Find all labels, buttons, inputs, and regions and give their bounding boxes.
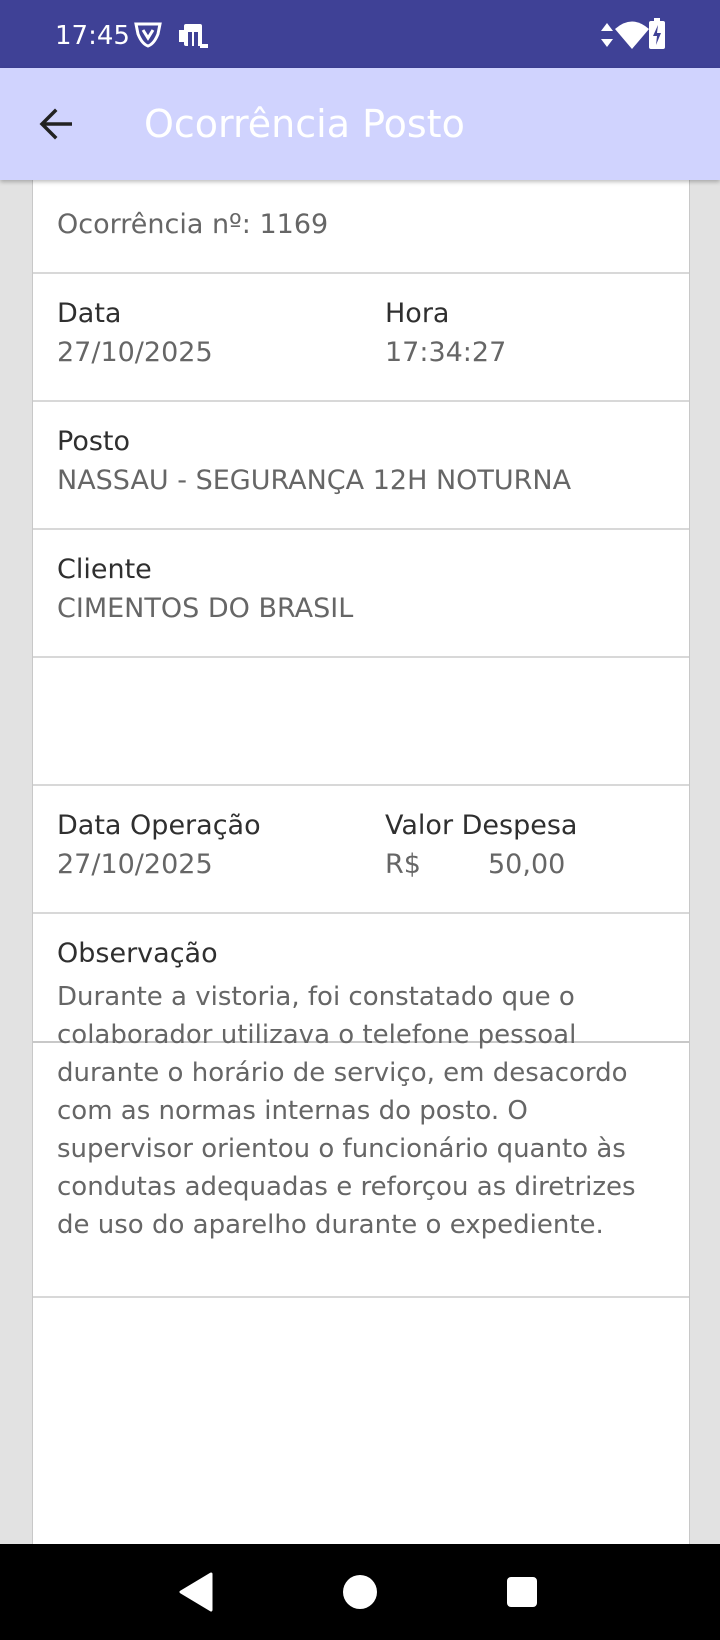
valor-amount: 50,00 xyxy=(488,849,566,880)
hora-value: 17:34:27 xyxy=(385,337,507,368)
hora-label: Hora xyxy=(385,298,450,329)
battery-charging-icon xyxy=(649,18,665,49)
status-time: 17:45 xyxy=(55,21,130,51)
posto-row: Posto NASSAU - SEGURANÇA 12H NOTURNA xyxy=(33,402,689,528)
recents-square-icon[interactable] xyxy=(506,1576,538,1608)
observacao-label: Observação xyxy=(57,938,218,969)
operation-expense-row: Data Operação 27/10/2025 Valor Despesa R… xyxy=(33,786,689,912)
cliente-row: Cliente CIMENTOS DO BRASIL xyxy=(33,530,689,656)
occurrence-number: Ocorrência nº: 1169 xyxy=(57,209,329,240)
divider xyxy=(33,1296,689,1298)
data-operacao-label: Data Operação xyxy=(57,810,261,841)
status-bar: 17:45 xyxy=(0,0,720,68)
cliente-label: Cliente xyxy=(57,554,152,585)
navigation-bar xyxy=(0,1544,720,1640)
back-triangle-icon[interactable] xyxy=(178,1572,214,1612)
occurrence-details-card: Ocorrência nº: 1169 Data 27/10/2025 Hora… xyxy=(32,180,690,1544)
valor-despesa-label: Valor Despesa xyxy=(385,810,578,841)
date-time-row: Data 27/10/2025 Hora 17:34:27 xyxy=(33,274,689,400)
app-bar: Ocorrência Posto xyxy=(0,68,720,180)
sim-card-icon xyxy=(179,24,208,48)
data-label: Data xyxy=(57,298,122,329)
posto-value: NASSAU - SEGURANÇA 12H NOTURNA xyxy=(57,465,572,496)
home-circle-icon[interactable] xyxy=(342,1574,378,1610)
vpn-shield-icon xyxy=(134,22,162,48)
occurrence-number-row: Ocorrência nº: 1169 xyxy=(33,180,689,272)
data-operacao-value: 27/10/2025 xyxy=(57,849,213,880)
cliente-value: CIMENTOS DO BRASIL xyxy=(57,593,354,624)
divider xyxy=(33,912,689,914)
posto-label: Posto xyxy=(57,426,131,457)
empty-row xyxy=(33,658,689,784)
data-arrows-icon xyxy=(601,23,613,47)
page-title: Ocorrência Posto xyxy=(144,102,465,146)
observacao-text: Durante a vistoria, foi constatado que o… xyxy=(57,982,636,1240)
arrow-back-icon xyxy=(39,108,72,140)
back-button[interactable] xyxy=(28,96,84,152)
valor-currency: R$ xyxy=(385,849,421,880)
data-value: 27/10/2025 xyxy=(57,337,213,368)
wifi-icon xyxy=(615,21,649,49)
